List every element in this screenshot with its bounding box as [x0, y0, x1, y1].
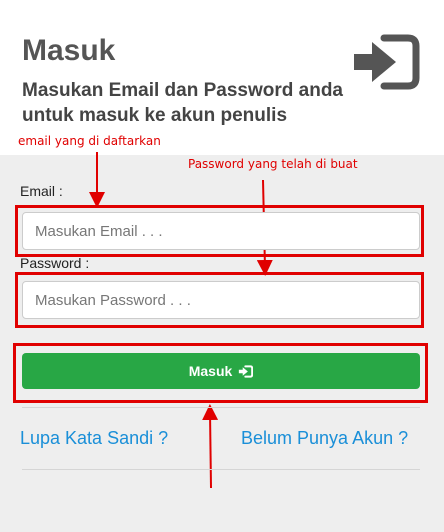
- email-label: Email :: [20, 183, 63, 199]
- login-button-label: Masuk: [188, 363, 233, 379]
- login-button[interactable]: Masuk: [22, 353, 420, 389]
- sign-in-icon: [239, 364, 254, 378]
- password-label: Password :: [20, 255, 90, 271]
- password-field[interactable]: [22, 281, 420, 319]
- divider-bottom: [22, 469, 420, 470]
- forgot-password-link[interactable]: Lupa Kata Sandi ?: [20, 428, 168, 449]
- button-arrow: [202, 404, 219, 489]
- email-field[interactable]: [22, 212, 420, 250]
- register-link[interactable]: Belum Punya Akun ?: [241, 428, 408, 449]
- divider-top: [22, 407, 420, 408]
